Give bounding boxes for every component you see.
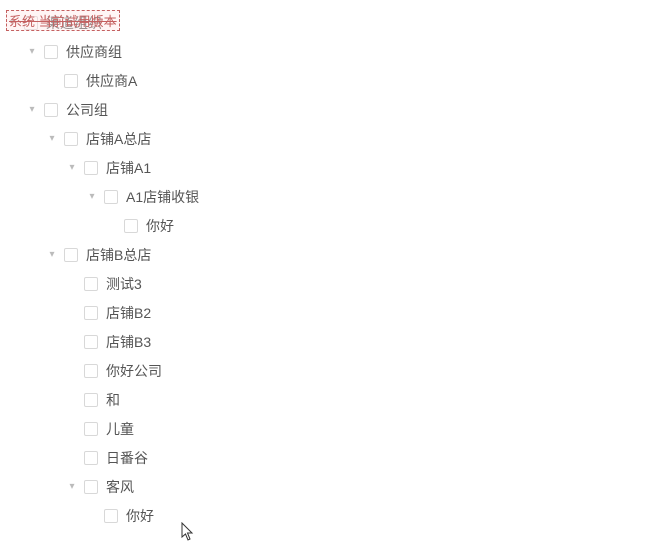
checkbox[interactable]	[64, 132, 78, 146]
tree-node: ▾ 渠道组织 ▾ 供应商组 ▸供应商A ▾ 公司组 ▾ 店铺A总店 ▾ 店铺A1 ▾ A1店铺收银 ▸你好…	[6, 8, 642, 530]
tree-node-label[interactable]: 店铺A1	[106, 158, 151, 178]
tree-node-label[interactable]: 店铺A总店	[86, 129, 151, 149]
tree-row: ▸和	[66, 385, 642, 414]
tree-node: ▸你好	[86, 501, 642, 530]
tree-node-label[interactable]: 你好公司	[106, 361, 162, 381]
tree-row: ▾ 店铺A1	[66, 153, 642, 182]
tree-children: ▸你好	[66, 501, 642, 530]
tree-row: ▾ 客风	[66, 472, 642, 501]
expand-toggle-icon[interactable]: ▾	[66, 162, 78, 174]
tree-row: ▸你好	[86, 501, 642, 530]
tree-node-label[interactable]: 日番谷	[106, 448, 148, 468]
checkbox[interactable]	[104, 509, 118, 523]
tree-row: ▾ A1店铺收银	[86, 182, 642, 211]
tree-row: ▸测试3	[66, 269, 642, 298]
checkbox[interactable]	[84, 306, 98, 320]
checkbox[interactable]	[84, 451, 98, 465]
tree-row: ▾ 公司组	[26, 95, 642, 124]
tree-row: ▾ 店铺A总店	[46, 124, 642, 153]
tree-row: ▾ 店铺B总店	[46, 240, 642, 269]
checkbox[interactable]	[84, 335, 98, 349]
tree-row: ▸你好	[106, 211, 642, 240]
checkbox[interactable]	[44, 103, 58, 117]
tree-node: ▸儿童	[66, 414, 642, 443]
tree-node: ▸测试3	[66, 269, 642, 298]
checkbox[interactable]	[44, 45, 58, 59]
tree-children: ▸你好	[86, 211, 642, 240]
tree-children: ▾供应商组▸供应商A▾公司组▾店铺A总店▾店铺A1▾A1店铺收银▸你好▾店铺B总…	[6, 37, 642, 530]
tree-row: ▾ 供应商组	[26, 37, 642, 66]
tree-children: ▾ 店铺A1 ▾ A1店铺收银 ▸你好	[46, 153, 642, 240]
tree-node-label[interactable]: 你好	[146, 216, 174, 236]
tree-node-label[interactable]: 和	[106, 390, 120, 410]
tree-node: ▾ 店铺B总店 ▸测试3▸店铺B2▸店铺B3▸你好公司▸和▸儿童▸日番谷 ▾ 客风 ▸你好	[46, 240, 642, 530]
checkbox[interactable]	[64, 248, 78, 262]
tree-node: ▸你好	[106, 211, 642, 240]
checkbox[interactable]	[84, 422, 98, 436]
tree-node: ▸店铺B2	[66, 298, 642, 327]
tree-row: ▸供应商A	[46, 66, 642, 95]
tree-node-label[interactable]: 公司组	[66, 100, 108, 120]
expand-toggle-icon[interactable]: ▾	[46, 249, 58, 261]
tree-node-label[interactable]: 店铺B总店	[86, 245, 151, 265]
tree-row: ▾ 渠道组织	[6, 8, 642, 37]
tree-node-label[interactable]: 测试3	[106, 274, 142, 294]
tree-node: ▸供应商A	[46, 66, 642, 95]
tree-children: ▸供应商A	[26, 66, 642, 95]
tree-node-label[interactable]: A1店铺收银	[126, 187, 199, 207]
tree-node-label[interactable]: 供应商组	[66, 42, 122, 62]
tree-row: ▸店铺B3	[66, 327, 642, 356]
tree-node: ▸日番谷	[66, 443, 642, 472]
tree-node-label[interactable]: 供应商A	[86, 71, 137, 91]
org-tree: ▾ 渠道组织 ▾ 供应商组 ▸供应商A ▾ 公司组 ▾ 店铺A总店 ▾ 店铺A1 ▾ A1店铺收银 ▸你好…	[6, 8, 642, 530]
tree-row: ▸你好公司	[66, 356, 642, 385]
expand-toggle-icon[interactable]: ▾	[26, 104, 38, 116]
tree-node: ▾ 店铺A总店 ▾ 店铺A1 ▾ A1店铺收银 ▸你好	[46, 124, 642, 240]
tree-node: ▾ 供应商组 ▸供应商A	[26, 37, 642, 95]
tree-row: ▸店铺B2	[66, 298, 642, 327]
checkbox[interactable]	[84, 161, 98, 175]
checkbox[interactable]	[24, 16, 38, 30]
tree-node: ▸你好公司	[66, 356, 642, 385]
tree-node-label[interactable]: 店铺B3	[106, 332, 151, 352]
tree-node: ▸店铺B3	[66, 327, 642, 356]
expand-toggle-icon[interactable]: ▾	[46, 133, 58, 145]
checkbox[interactable]	[64, 74, 78, 88]
tree-children: ▸测试3▸店铺B2▸店铺B3▸你好公司▸和▸儿童▸日番谷 ▾ 客风 ▸你好	[46, 269, 642, 530]
checkbox[interactable]	[84, 277, 98, 291]
checkbox[interactable]	[84, 480, 98, 494]
tree-node: ▾ 店铺A1 ▾ A1店铺收银 ▸你好	[66, 153, 642, 240]
tree-children: ▾店铺A总店▾店铺A1▾A1店铺收银▸你好▾店铺B总店▸测试3▸店铺B2▸店铺B…	[26, 124, 642, 530]
tree-row: ▸儿童	[66, 414, 642, 443]
checkbox[interactable]	[104, 190, 118, 204]
tree-node-label[interactable]: 儿童	[106, 419, 134, 439]
tree-row: ▸日番谷	[66, 443, 642, 472]
tree-node: ▾ 客风 ▸你好	[66, 472, 642, 530]
checkbox[interactable]	[84, 364, 98, 378]
tree-node: ▾ A1店铺收银 ▸你好	[86, 182, 642, 240]
expand-toggle-icon[interactable]: ▾	[86, 191, 98, 203]
expand-toggle-icon[interactable]: ▾	[6, 17, 18, 29]
tree-children: ▾ A1店铺收银 ▸你好	[66, 182, 642, 240]
expand-toggle-icon[interactable]: ▾	[26, 46, 38, 58]
expand-toggle-icon[interactable]: ▾	[66, 481, 78, 493]
tree-node: ▾公司组▾店铺A总店▾店铺A1▾A1店铺收银▸你好▾店铺B总店▸测试3▸店铺B2…	[26, 95, 642, 530]
tree-node: ▸和	[66, 385, 642, 414]
tree-node-label[interactable]: 你好	[126, 506, 154, 526]
tree-node-label[interactable]: 渠道组织	[46, 13, 102, 33]
checkbox[interactable]	[124, 219, 138, 233]
tree-node-label[interactable]: 客风	[106, 477, 134, 497]
checkbox[interactable]	[84, 393, 98, 407]
tree-node-label[interactable]: 店铺B2	[106, 303, 151, 323]
